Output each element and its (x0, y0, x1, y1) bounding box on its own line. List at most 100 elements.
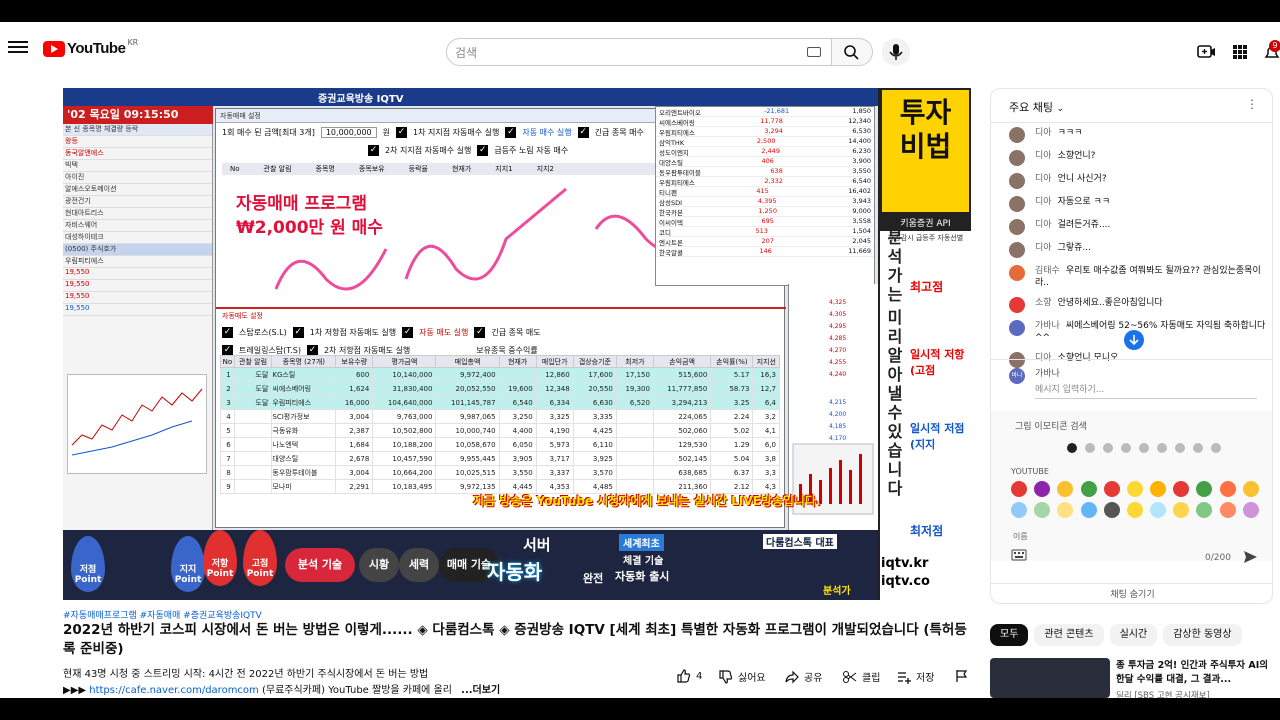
emoji-cat-people-icon[interactable] (1103, 443, 1113, 453)
avatar[interactable] (1009, 265, 1025, 281)
chat-message[interactable]: 디아 언니 사신거? (991, 173, 1272, 196)
emoji-icon[interactable] (1242, 502, 1259, 518)
chat-message[interactable]: 디아 그랗쥬... (991, 242, 1272, 265)
table-header-cell[interactable]: 평가금액 (372, 355, 437, 368)
chat-author[interactable]: 소향 (1035, 298, 1052, 308)
filter-chip[interactable]: 실시간 (1109, 624, 1158, 646)
checkbox-4[interactable]: ✓ (368, 144, 379, 156)
emoji-icon[interactable] (1080, 502, 1097, 518)
table-header-cell[interactable]: 매입단가 (535, 355, 574, 368)
scroll-down-button[interactable] (1124, 330, 1144, 350)
chat-message[interactable]: 디아 ㅋㅋㅋ (991, 127, 1272, 150)
chat-author[interactable]: 가바나 (1035, 321, 1060, 331)
avatar[interactable] (1009, 219, 1025, 235)
emoji-cat-symbols-icon[interactable] (1211, 443, 1221, 453)
emoji-icon[interactable] (1011, 481, 1027, 497)
emoji-icon[interactable] (1242, 481, 1259, 497)
sell-check-4[interactable]: ✓ (474, 326, 486, 338)
table-header-cell[interactable]: 손익금액 (652, 355, 712, 368)
video-player[interactable]: 증권교육방송 IQTV '02 목요일 09:15:50 본 신 종목명 체결량… (63, 88, 971, 600)
chat-author[interactable]: 김태수 (1035, 266, 1060, 276)
balance-row[interactable]: 우림피티에스 2,332 6,540 (656, 177, 874, 187)
filter-chip[interactable]: 모두 (990, 624, 1029, 646)
emoji-icon[interactable] (1057, 481, 1074, 497)
avatar[interactable] (1009, 127, 1025, 143)
hashtags[interactable]: #자동매매프로그램 #자동매매 #증권교육방송IQTV (63, 608, 262, 621)
chat-input[interactable]: 메시지 입력하기... (1035, 382, 1257, 399)
sell-check-1[interactable]: ✓ (222, 326, 233, 338)
emoji-cat-youtube-icon[interactable] (1067, 443, 1077, 453)
clip-button[interactable]: 클립 (842, 669, 880, 684)
emoji-search-input[interactable]: 그림 이모티콘 검색 (1015, 419, 1087, 432)
emoji-icon[interactable] (1057, 502, 1074, 518)
chevron-down-icon[interactable]: ⌄ (1056, 104, 1064, 114)
table-row[interactable]: 7 대양스틸 2,678 10,457,590 9,955,445 3,905 3,717 3… (220, 451, 780, 466)
table-header-cell[interactable]: 지지선 (752, 355, 780, 368)
table-row[interactable]: 5 극동유화 2,387 10,502,800 10,000,740 4,400 4,190… (220, 423, 780, 438)
chat-message[interactable]: 디아 걸려든거쥬.... (991, 219, 1272, 242)
balance-row[interactable]: 한국알콜 146 11,669 (656, 247, 874, 257)
checkbox-2[interactable]: ✓ (505, 126, 517, 138)
emoji-icon[interactable] (1173, 481, 1190, 497)
emoji-icon[interactable] (1196, 502, 1213, 518)
table-row[interactable]: 4 SCI평가정보 3,004 9,763,000 9,987,065 3,250 3,32… (220, 409, 780, 424)
balance-row[interactable]: 티니펜 415 16,402 (656, 187, 874, 197)
emoji-icon[interactable] (1150, 502, 1167, 518)
recommended-title[interactable]: 종 투자금 2억! 인간과 주식투자 AI의 한달 수익률 대결, 그 결과..… (1116, 659, 1276, 687)
share-button[interactable]: 공유 (784, 669, 822, 684)
emoji-icon[interactable] (1080, 481, 1097, 497)
table-header-cell[interactable]: 종목명 (27개) (271, 355, 337, 368)
chat-message[interactable]: 디아 자동으로 ㅋㅋ (991, 196, 1272, 219)
report-button[interactable] (954, 669, 968, 683)
emoji-cat-nature-icon[interactable] (1121, 443, 1131, 453)
avatar[interactable] (1009, 150, 1025, 166)
table-row[interactable]: 3 도달 우림피티에스 16,000 104,640,000 101,145,787 6,5… (220, 395, 780, 410)
emoji-icon[interactable] (1034, 481, 1051, 497)
emoji-icon[interactable] (1126, 481, 1143, 497)
create-icon[interactable] (1196, 42, 1216, 62)
table-header-cell[interactable]: 관찰 알림 (233, 355, 273, 368)
search-button[interactable] (831, 38, 873, 66)
avatar[interactable] (1009, 242, 1025, 258)
youtube-logo[interactable]: YouTube KR (43, 38, 138, 57)
table-header-cell[interactable]: 매입총액 (435, 355, 500, 368)
chat-message[interactable]: 디아 소향언니? (991, 150, 1272, 173)
balance-row[interactable]: 삼익THK 2,500 14,400 (656, 137, 874, 147)
table-header-cell[interactable]: 현재가 (498, 355, 537, 368)
emoji-icon[interactable] (1126, 502, 1143, 518)
table-header-cell[interactable]: No (220, 355, 235, 368)
table-row[interactable]: 8 동우팜투테이블 3,004 10,664,200 10,025,515 3,550 3,… (220, 465, 780, 480)
checkbox-5[interactable]: ✓ (477, 144, 489, 156)
table-row[interactable]: 6 나노엔텍 1,684 10,188,200 10,058,670 6,050 5,973… (220, 437, 780, 452)
sell-check-3[interactable]: ✓ (402, 326, 414, 338)
filter-chip[interactable]: 감상한 동영상 (1163, 624, 1242, 646)
keyboard-icon[interactable] (807, 47, 821, 57)
emoji-cat-food-icon[interactable] (1139, 443, 1149, 453)
more-link[interactable]: ...더보기 (461, 685, 500, 696)
more-options-icon[interactable]: ⋮ (1246, 97, 1258, 111)
apps-icon[interactable] (1230, 42, 1250, 62)
balance-row[interactable]: 삼성SDI 4,395 3,943 (656, 197, 874, 207)
balance-row[interactable]: 코디 513 1,504 (656, 227, 874, 237)
table-row[interactable]: 1 도달 KG스틸 600 10,140,000 9,972,400 12,860 17,60… (220, 367, 780, 382)
balance-row[interactable]: 엔시트론 207 2,045 (656, 237, 874, 247)
emoji-icon[interactable] (1011, 502, 1027, 518)
balance-row[interactable]: 이씨이텍 695 3,558 (656, 217, 874, 227)
menu-icon[interactable] (8, 38, 28, 58)
keyboard-icon[interactable] (1011, 549, 1027, 561)
chat-author[interactable]: 디아 (1035, 128, 1052, 138)
sell-check-5[interactable]: ✓ (222, 344, 233, 356)
dislike-button[interactable]: 싫어요 (718, 669, 766, 684)
emoji-icon[interactable] (1219, 481, 1236, 497)
like-button[interactable]: 4 (676, 669, 702, 683)
chat-author[interactable]: 디아 (1035, 197, 1052, 207)
table-header-cell[interactable]: 갭상승기준 (572, 355, 617, 368)
save-button[interactable]: 저장 (896, 669, 934, 684)
chat-header[interactable]: 주요 채팅 ⌄ ⋮ (991, 89, 1272, 123)
avatar[interactable] (1009, 173, 1025, 189)
balance-row[interactable]: 우림피티에스 3,294 6,530 (656, 127, 874, 137)
avatar[interactable] (1009, 297, 1025, 313)
balance-row[interactable]: 대양스틸 406 3,900 (656, 157, 874, 167)
cafe-link[interactable]: https://cafe.naver.com/daromcom (89, 685, 259, 696)
balance-row[interactable]: 오리엔트바이오 -21,681 1,850 (656, 107, 874, 117)
